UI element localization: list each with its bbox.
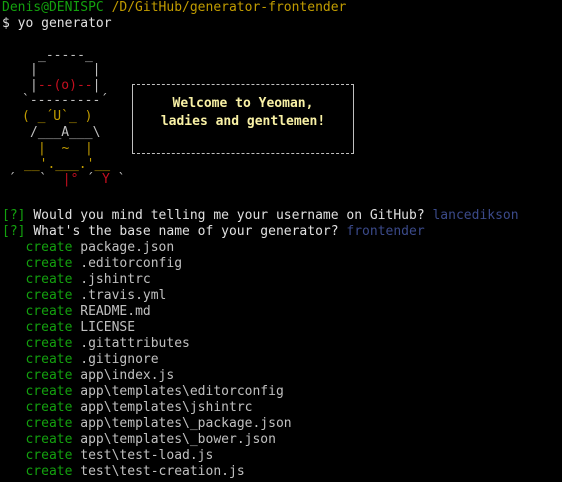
- created-file: .editorconfig: [80, 256, 183, 271]
- create-label: create: [25, 336, 73, 351]
- create-label: create: [25, 320, 73, 335]
- create-label: create: [25, 416, 73, 431]
- create-line: create .editorconfig: [2, 256, 182, 272]
- mascot-art: | ~ |: [38, 141, 93, 156]
- created-file: package.json: [80, 240, 175, 255]
- created-file: test\test-load.js: [80, 448, 214, 463]
- question-marker: [?]: [2, 208, 26, 223]
- mascot-art: __'.___.'__: [24, 157, 111, 172]
- create-label: create: [25, 432, 73, 447]
- created-file: .travis.yml: [80, 288, 167, 303]
- create-line: create test\test-load.js: [2, 448, 213, 464]
- created-file: .jshintrc: [80, 272, 151, 287]
- create-line: create test\test-creation.js: [2, 464, 245, 480]
- create-label: create: [25, 448, 73, 463]
- create-line: create .jshintrc: [2, 272, 151, 288]
- mascot-art: `---------´: [22, 93, 109, 108]
- question-marker: [?]: [2, 224, 26, 239]
- create-line: create app\templates\jshintrc: [2, 400, 252, 416]
- command-text: yo generator: [17, 16, 112, 31]
- mascot-art: /___A___\: [30, 125, 101, 140]
- created-file: app\index.js: [80, 368, 175, 383]
- question-answer: frontender: [346, 224, 425, 239]
- mascot-art: ( _´U`_ ): [22, 109, 93, 124]
- created-file: test\test-creation.js: [80, 464, 245, 479]
- create-line: create LICENSE: [2, 320, 135, 336]
- yeoman-banner: _-----_ | | |--(o)--| `---------´ ( _´U`…: [2, 48, 362, 192]
- terminal-window[interactable]: Denis@DENISPC /D/GitHub/generator-fronte…: [0, 0, 562, 482]
- create-label: create: [25, 400, 73, 415]
- question-username: [?] Would you mind telling me your usern…: [2, 208, 519, 224]
- created-file: app\templates\editorconfig: [80, 384, 284, 399]
- mascot-art: ´ ` |° ´ Y `: [8, 172, 126, 187]
- question-answer: lancedikson: [432, 208, 519, 223]
- created-file: README.md: [80, 304, 151, 319]
- create-line: create package.json: [2, 240, 174, 256]
- question-text: Would you mind telling me your username …: [33, 208, 425, 223]
- created-file: app\templates\jshintrc: [80, 400, 253, 415]
- prompt-line: Denis@DENISPC /D/GitHub/generator-fronte…: [2, 0, 346, 16]
- created-file: app\templates\_bower.json: [80, 432, 276, 447]
- welcome-box: Welcome to Yeoman, ladies and gentlemen!: [132, 84, 354, 154]
- create-label: create: [25, 352, 73, 367]
- create-label: create: [25, 240, 73, 255]
- create-line: create .gitattributes: [2, 336, 190, 352]
- create-label: create: [25, 464, 73, 479]
- prompt-path: /D/GitHub/generator-frontender: [111, 0, 347, 15]
- mascot-art: | |: [30, 62, 101, 77]
- question-text: What's the base name of your generator?: [33, 224, 339, 239]
- welcome-line-1: Welcome to Yeoman,: [172, 96, 314, 111]
- prompt-user-host: Denis@DENISPC: [2, 0, 104, 15]
- create-label: create: [25, 272, 73, 287]
- mascot-art: |--(o)--|: [30, 78, 101, 93]
- create-line: create README.md: [2, 304, 151, 320]
- create-line: create app\index.js: [2, 368, 174, 384]
- create-label: create: [25, 304, 73, 319]
- prompt-symbol: $: [2, 16, 10, 31]
- welcome-line-2: ladies and gentlemen!: [160, 114, 326, 129]
- created-file: LICENSE: [80, 320, 136, 335]
- create-line: create app\templates\editorconfig: [2, 384, 284, 400]
- create-label: create: [25, 288, 73, 303]
- create-line: create .travis.yml: [2, 288, 166, 304]
- create-label: create: [25, 368, 73, 383]
- create-line: create .gitignore: [2, 352, 159, 368]
- create-label: create: [25, 384, 73, 399]
- created-file: .gitignore: [80, 352, 159, 367]
- created-file: .gitattributes: [80, 336, 190, 351]
- create-line: create app\templates\_package.json: [2, 416, 292, 432]
- create-line: create app\templates\_bower.json: [2, 432, 276, 448]
- command-line: $ yo generator: [2, 16, 112, 32]
- question-base-name: [?] What's the base name of your generat…: [2, 224, 425, 240]
- create-label: create: [25, 256, 73, 271]
- created-file: app\templates\_package.json: [80, 416, 292, 431]
